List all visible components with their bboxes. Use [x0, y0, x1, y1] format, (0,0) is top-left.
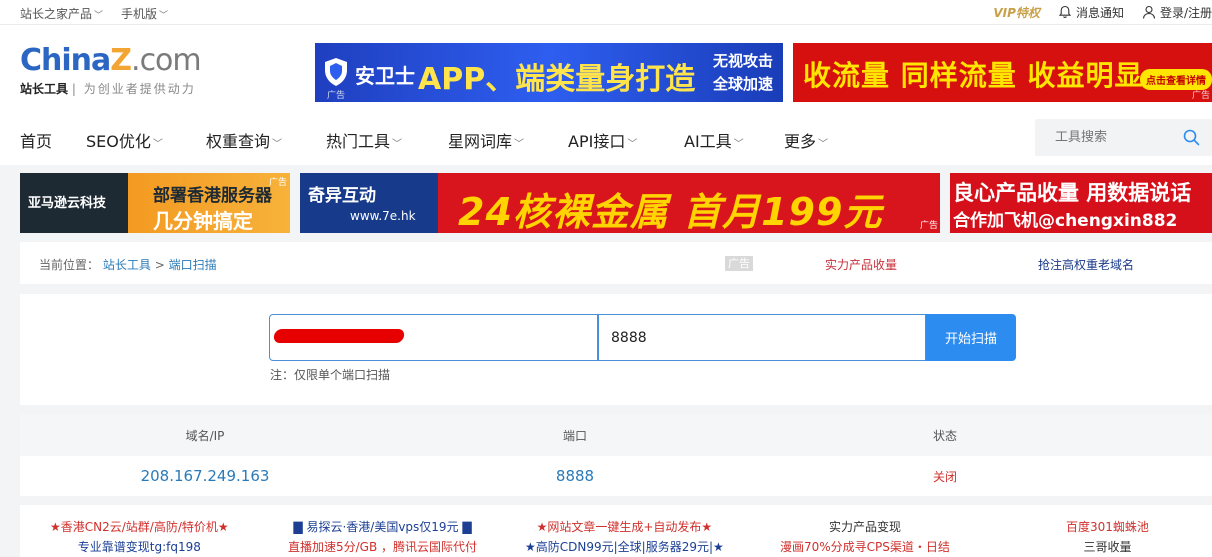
site-header: ChinaZ.com 站长工具 | 为创业者提供动力 安卫士 APP、端类量身打… [0, 25, 1212, 165]
ad-tag: 广告 [725, 256, 753, 271]
domain-input[interactable] [269, 314, 598, 361]
breadcrumb-current[interactable]: 端口扫描 [169, 258, 217, 272]
result-table: 域名/IP 端口 状态 208.167.249.163 8888 关闭 [20, 414, 1212, 496]
port-input[interactable] [598, 314, 926, 361]
top-utility-bar: 站长之家产品 ﹀ 手机版 ﹀ VIP特权 消息通知 登录/注册 [0, 0, 1212, 25]
site-logo[interactable]: ChinaZ.com 站长工具 | 为创业者提供动力 [20, 43, 202, 97]
column-header: 端口 [562, 428, 587, 443]
nav-item[interactable]: API接口 ﹀ [568, 128, 684, 152]
column-header: 域名/IP [185, 428, 225, 443]
vip-link[interactable]: VIP特权 [993, 4, 1040, 21]
chevron-down-icon: ﹀ [159, 11, 169, 21]
nav-item[interactable]: 更多 ﹀ [784, 128, 864, 152]
ad-detail-button[interactable]: 点击查看详情 [1140, 69, 1212, 90]
login-link[interactable]: 登录/注册 [1142, 4, 1212, 21]
header-ad-traffic[interactable]: 收流量 同样流量 收益明显 点击查看详情 广告 [793, 43, 1212, 102]
chevron-down-icon: ﹀ [392, 139, 403, 150]
header-ad-anweishi[interactable]: 安卫士 APP、端类量身打造 无视攻击 全球加速 广告 [315, 43, 783, 102]
notify-link[interactable]: 消息通知 [1058, 4, 1124, 21]
user-icon [1142, 5, 1156, 19]
tool-search [1035, 119, 1212, 156]
promo-link[interactable]: 抢注高权重老域名 [1038, 256, 1134, 273]
chevron-down-icon: ﹀ [94, 11, 104, 21]
banner-ad-aws[interactable]: 亚马逊云科技 部署香港服务器 几分钟搞定 广告 [20, 173, 290, 233]
nav-item[interactable]: 权重查询 ﹀ [206, 128, 326, 152]
chevron-down-icon: ﹀ [818, 139, 829, 150]
nav-item[interactable]: 热门工具 ﹀ [326, 128, 448, 152]
table-row: 208.167.249.163 8888 关闭 [20, 456, 1212, 496]
text-ad[interactable]: ★香港CN2云/站群/高防/特价机★ 专业靠谱变现tg:fq198 [50, 517, 229, 557]
chevron-down-icon: ﹀ [627, 139, 638, 150]
nav-item[interactable]: 星网词库 ﹀ [448, 128, 568, 152]
promo-link[interactable]: 实力产品收量 [825, 256, 897, 273]
nav-item[interactable]: 首页 [20, 128, 86, 152]
scan-note: 注：仅限单个端口扫描 [270, 368, 391, 382]
column-header: 状态 [932, 428, 957, 443]
mobile-menu[interactable]: 手机版 ﹀ [121, 5, 168, 22]
redaction-mark [272, 329, 406, 343]
table-header: 域名/IP 端口 状态 [20, 414, 1212, 456]
chevron-down-icon: ﹀ [272, 139, 283, 150]
chevron-down-icon: ﹀ [733, 139, 744, 150]
nav-item[interactable]: SEO优化 ﹀ [86, 128, 206, 152]
text-ad[interactable]: ▇ 易探云·香港/美国vps仅19元 ▇ 直播加速5分/GB ，腾讯云国际代付 [288, 517, 477, 557]
text-ad[interactable]: 实力产品变现 漫画70%分成寻CPS渠道・日结 [780, 517, 950, 557]
shield-icon [325, 58, 347, 86]
text-ad[interactable]: ★网站文章一键生成+自动发布★ ★高防CDN99元|全球|服务器29元|★ [525, 517, 724, 557]
text-ad-links: ★香港CN2云/站群/高防/特价机★ 专业靠谱变现tg:fq198 ▇ 易探云·… [20, 505, 1212, 557]
result-port: 8888 [555, 467, 595, 485]
banner-ad-7e[interactable]: 奇异互动 www.7e.hk 24核裸金属 首月199元 广告 [300, 173, 940, 233]
breadcrumb-home[interactable]: 站长工具 [103, 258, 151, 272]
breadcrumb: 当前位置： 站长工具 > 端口扫描 广告 实力产品收量 抢注高权重老域名 [20, 242, 1212, 284]
text-ad[interactable]: 百度301蜘蛛池 三哥收量 [1066, 517, 1149, 557]
result-ip[interactable]: 208.167.249.163 [20, 456, 390, 496]
chevron-down-icon: ﹀ [514, 139, 525, 150]
tool-search-input[interactable] [1035, 119, 1175, 156]
search-icon[interactable] [1183, 129, 1200, 146]
result-status: 关闭 [932, 469, 957, 484]
banner-ad-chengxin[interactable]: 良心产品收量 用数据说话 合作加飞机@chengxin882 [950, 173, 1212, 233]
bell-icon [1058, 5, 1072, 18]
nav-item[interactable]: AI工具 ﹀ [684, 128, 784, 152]
scan-panel: 开始扫描 注：仅限单个端口扫描 [20, 294, 1212, 405]
products-menu[interactable]: 站长之家产品 ﹀ [20, 5, 103, 22]
chevron-down-icon: ﹀ [152, 139, 163, 150]
main-nav: 首页 SEO优化 ﹀ 权重查询 ﹀ 热门工具 ﹀ 星网词库 ﹀ API接口 ﹀ AI工具 ﹀ 更多 ﹀ [0, 115, 1212, 163]
start-scan-button[interactable]: 开始扫描 [926, 314, 1016, 361]
